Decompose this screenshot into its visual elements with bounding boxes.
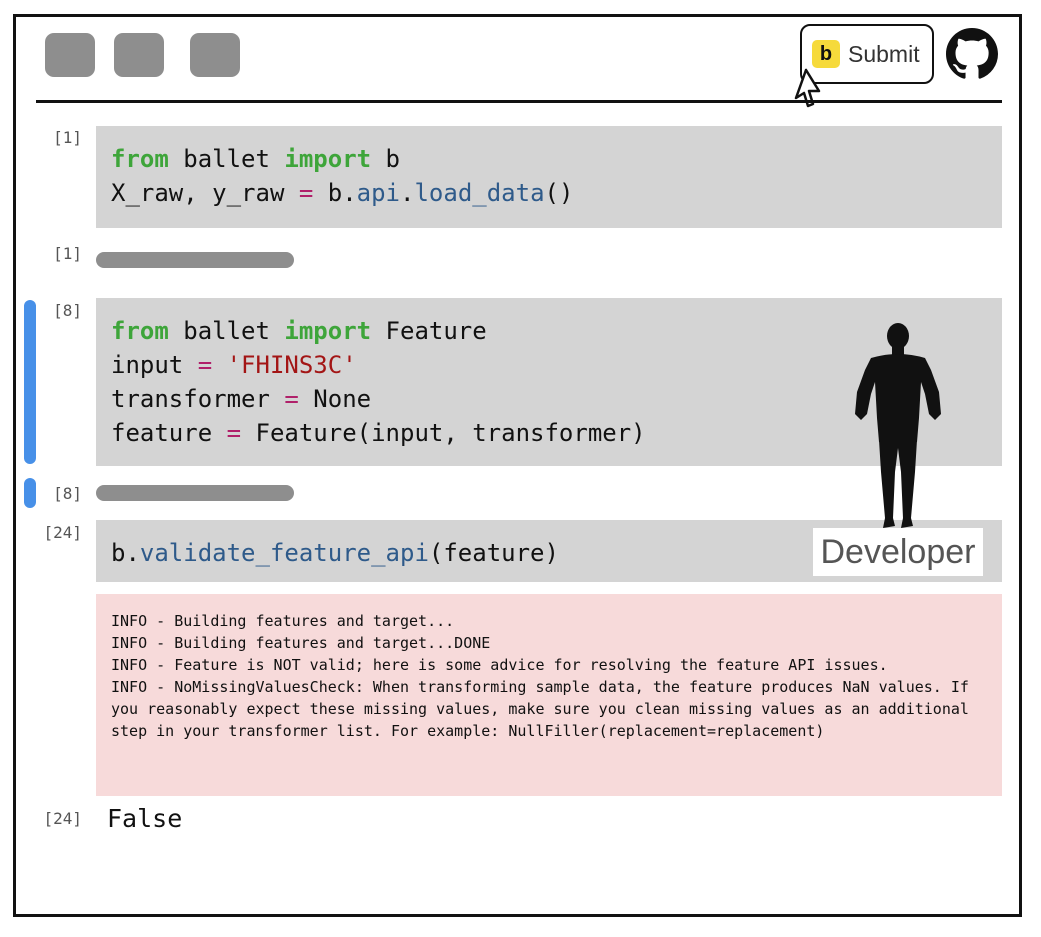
code-token: import [284,145,372,173]
code-token: import [284,317,372,345]
result-output: False [107,804,183,833]
code-token: b. [111,539,140,567]
code-token: input [111,351,198,379]
cell-1-input-prompt: [1] [53,128,82,147]
code-token: (feature) [428,539,559,567]
code-token: . [400,179,415,207]
code-token: b [371,145,400,173]
cell-2-input-prompt: [8] [53,301,82,320]
code-token: transformer [111,385,285,413]
code-token: load_data [414,179,545,207]
code-token: = [284,385,299,413]
code-token: X_raw, y_raw [111,179,299,207]
log-line: INFO - Building features and target... [111,612,455,630]
code-token: None [298,385,372,413]
log-line: INFO - Feature is NOT valid; here is som… [111,656,888,674]
code-token: api [356,179,401,207]
collapsed-output-1[interactable] [96,252,294,268]
log-line: INFO - Building features and target...DO… [111,634,491,652]
code-token: b. [313,179,357,207]
developer-label: Developer [813,528,983,576]
ballet-logo-icon: b [812,40,840,68]
toolbar-button-2[interactable] [114,33,164,77]
code-token: ballet [168,317,285,345]
submit-label: Submit [848,40,920,67]
github-icon[interactable] [946,28,998,80]
code-token: = [298,179,314,207]
cell-3-output-prompt: [24] [43,809,82,828]
code-cell-1[interactable]: from ballet import b X_raw, y_raw = b.ap… [96,126,1002,228]
code-token: = [226,419,242,447]
active-cell-indicator [24,300,36,464]
toolbar-button-3[interactable] [190,33,240,77]
mouse-pointer-icon [794,68,821,108]
code-token: 'FHINS3C' [212,351,357,379]
code-token: ballet [168,145,285,173]
toolbar-divider [36,100,1002,103]
cell-3-input-prompt: [24] [43,523,82,542]
stderr-output: INFO - Building features and target... IN… [96,594,1002,796]
code-token: () [544,179,574,207]
code-token: feature [111,419,227,447]
collapsed-output-2[interactable] [96,485,294,501]
code-token: = [197,351,213,379]
code-token: validate_feature_api [139,539,429,567]
code-token: from [111,317,169,345]
code-token: Feature [371,317,487,345]
developer-silhouette-icon [855,323,941,528]
code-token: Feature(input, transformer) [241,419,646,447]
cell-2-output-prompt: [8] [53,484,82,503]
code-token: from [111,145,169,173]
log-line: INFO - NoMissingValuesCheck: When transf… [111,678,978,740]
cell-1-output-prompt: [1] [53,244,82,263]
toolbar-button-1[interactable] [45,33,95,77]
